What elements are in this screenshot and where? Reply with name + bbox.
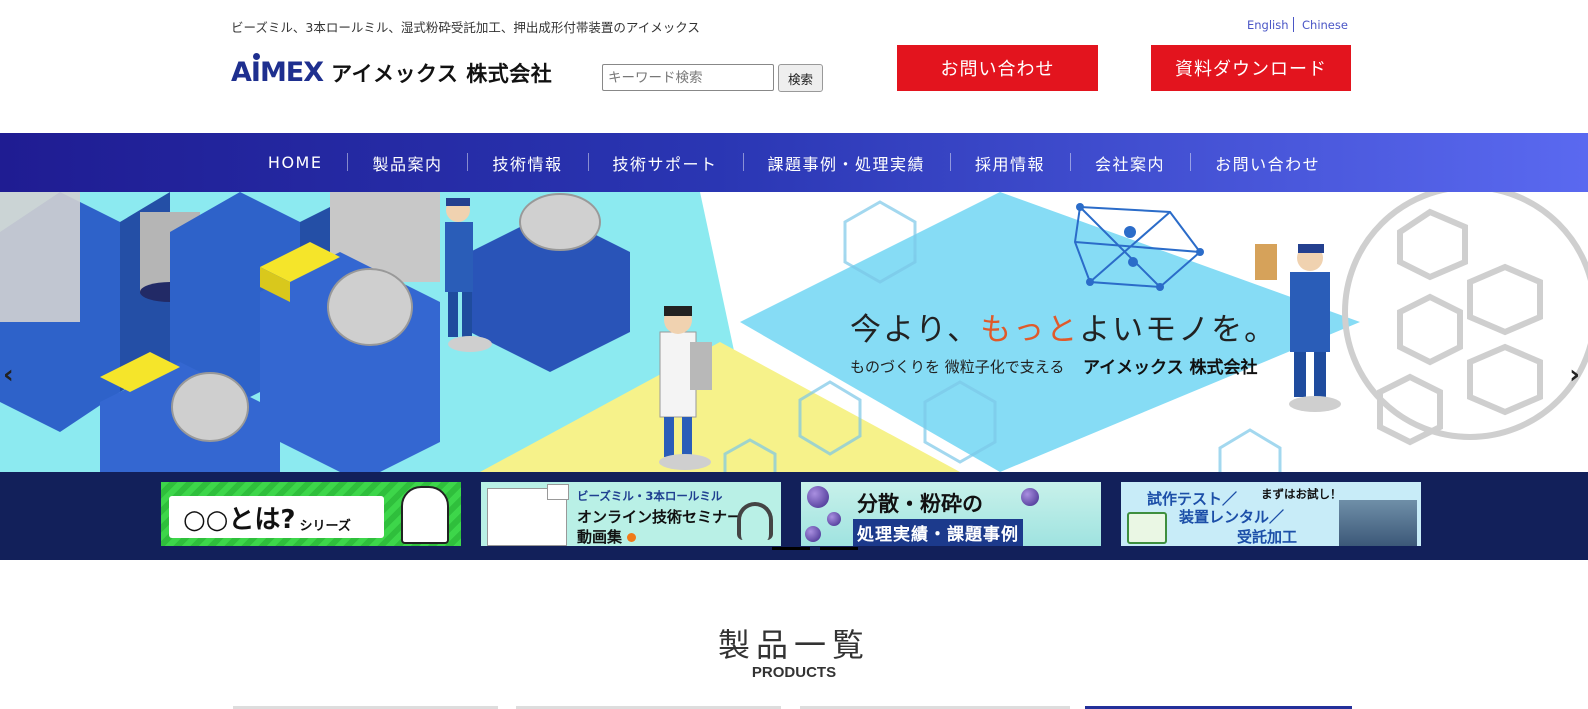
particle-icon [827,512,841,526]
particle-icon [805,526,821,542]
nav-item-home[interactable]: HOME [243,153,348,172]
logo-mark: AIMEX [231,53,324,88]
hero-company-name: アイメックス 株式会社 [1083,358,1258,378]
banner-case-line1: 分散・粉砕の [857,492,983,516]
banner-online-seminar[interactable]: ビーズミル・3本ロールミル オンライン技術セミナー 動画集 [481,482,781,546]
nav-item-products[interactable]: 製品案内 [347,151,467,175]
nav-item-tech-support[interactable]: 技術サポート [587,151,743,175]
nav-item-company[interactable]: 会社案内 [1070,151,1190,175]
headphones-icon [737,502,773,540]
nav-item-tech-info[interactable]: 技術情報 [467,151,587,175]
banner-seminar-line1: ビーズミル・3本ロールミル [577,489,723,503]
contact-button[interactable]: お問い合わせ [897,45,1098,91]
hero-copy-accent: もっと [980,312,1080,348]
nav-item-contact[interactable]: お問い合わせ [1190,151,1345,175]
products-heading: 製品一覧 [717,626,870,664]
document-small-icon [547,484,569,500]
logo-mark-text: AIMEX [231,57,324,88]
products-subheading: PRODUCTS [751,664,837,681]
slider-pagination [772,547,858,550]
hero-copy-part2: よいモノを。 [1079,312,1278,348]
slider-prev-arrow-icon[interactable]: ‹ [3,362,14,388]
slider-dot[interactable] [772,547,810,550]
thinking-person-icon [401,486,449,544]
language-english-link[interactable]: English [1247,18,1289,32]
language-chinese-link[interactable]: Chinese [1302,18,1348,32]
banner-what-is-small: シリーズ [299,519,351,534]
particle-icon [807,486,829,508]
banner-trial-rental[interactable]: まずはお試し！ 試作テスト／ 装置レンタル／ 受託加工 [1121,482,1421,546]
banner-what-is-title-text: ○○とは? [183,504,296,535]
global-nav: HOME 製品案内 技術情報 技術サポート 課題事例・処理実績 採用情報 会社案… [0,133,1588,192]
hero-subcopy: ものづくりを 微粒子化で支える [850,358,1065,376]
slider-dot[interactable] [820,547,858,550]
search-button[interactable]: 検索 [778,64,823,92]
banner-trial-line0: まずはお試し！ [1261,487,1342,501]
banner-what-is-title: ○○とは? シリーズ [169,496,384,538]
download-button[interactable]: 資料ダウンロード [1151,45,1351,91]
slider-next-arrow-icon[interactable]: › [1569,362,1580,388]
hero-catchcopy: 今より、もっとよいモノを。 [850,304,1277,349]
keyword-search-input[interactable] [602,64,774,91]
logo-dot [253,53,260,60]
nav-item-case-studies[interactable]: 課題事例・処理実績 [742,151,951,175]
machine-icon [1339,500,1417,546]
hero-slider[interactable]: 今より、もっとよいモノを。 ものづくりを 微粒子化で支える アイメックス 株式会… [0,192,1588,472]
logo-company-name: アイメックス 株式会社 [331,62,553,86]
nav-item-recruit[interactable]: 採用情報 [950,151,1070,175]
banner-trial-line3: 受託加工 [1237,528,1298,546]
site-tagline: ビーズミル、3本ロールミル、湿式粉砕受託加工、押出成形付帯装置のアイメックス [231,20,700,35]
banner-seminar-line2: オンライン技術セミナー [577,508,743,526]
banner-case-results[interactable]: 分散・粉砕の 処理実績・課題事例 [801,482,1101,546]
hero-copy-part1: 今より、 [850,312,981,348]
particle-icon [1021,488,1039,506]
language-separator [1293,17,1294,32]
hero-illustration [0,192,1588,472]
banner-case-line2: 処理実績・課題事例 [853,519,1023,546]
banner-what-is-series[interactable]: ○○とは? シリーズ [161,482,461,546]
banner-trial-line2: 装置レンタル／ [1179,508,1285,526]
site-logo[interactable]: AIMEX アイメックス 株式会社 [231,44,552,86]
banner-strip: ○○とは? シリーズ ビーズミル・3本ロールミル オンライン技術セミナー 動画集 … [0,472,1588,560]
banner-seminar-line3: 動画集 [577,526,636,546]
clipboard-icon [1127,512,1167,544]
